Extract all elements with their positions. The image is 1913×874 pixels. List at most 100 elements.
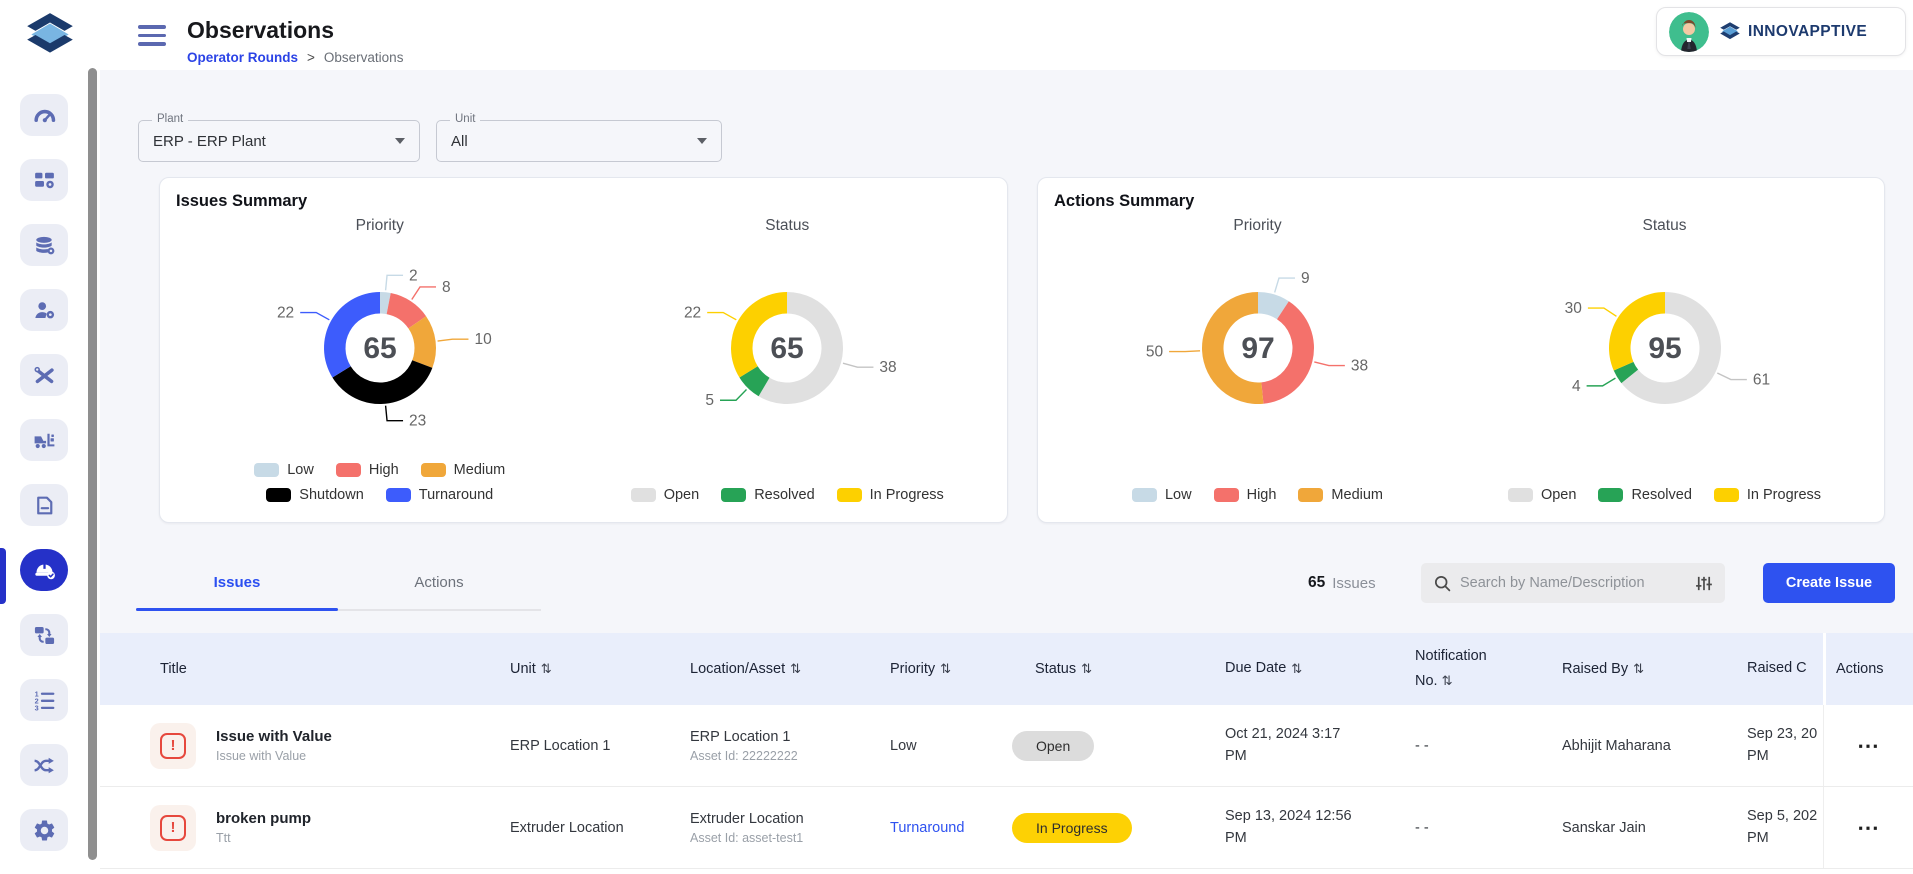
legend-item-resolved[interactable]: Resolved: [721, 487, 814, 503]
sidebar-item-trend-arrows[interactable]: [20, 744, 68, 786]
svg-text:22: 22: [277, 305, 294, 322]
topbar: Observations Operator Rounds > Observati…: [100, 0, 1913, 70]
legend-item-high[interactable]: High: [336, 462, 399, 478]
issue-alert-icon: !: [150, 805, 196, 851]
unit-select[interactable]: Unit All: [436, 120, 722, 162]
status-badge: In Progress: [1012, 813, 1132, 843]
workflow-sync-icon: [32, 623, 57, 648]
issues-priority-chart-title: Priority: [356, 217, 404, 237]
legend-swatch: [837, 488, 862, 502]
legend-label: Shutdown: [299, 487, 364, 503]
tab-issues[interactable]: Issues: [136, 556, 338, 608]
user-gear-icon: [32, 298, 57, 323]
legend-label: In Progress: [870, 487, 944, 503]
actions-priority-chart: Priority9385097LowHighMedium: [1054, 211, 1461, 503]
sort-icon: ⇅: [1442, 673, 1453, 688]
page-title: Observations: [187, 17, 403, 44]
table-row[interactable]: ! broken pump Ttt Extruder Location Extr…: [100, 787, 1913, 869]
legend-item-low[interactable]: Low: [1132, 487, 1192, 503]
row-due-date: Oct 21, 2024 3:17 PM: [1225, 724, 1415, 766]
row-raised-on: Sep 23, 20 PM: [1747, 724, 1823, 766]
trend-arrows-icon: [32, 753, 57, 778]
sort-icon: ⇅: [790, 661, 801, 677]
legend-item-high[interactable]: High: [1214, 487, 1277, 503]
search-icon: [1433, 574, 1452, 593]
column-header-notification[interactable]: NotificationNo. ⇅: [1415, 644, 1562, 693]
plant-select[interactable]: Plant ERP - ERP Plant: [138, 120, 420, 162]
column-header-due-date[interactable]: Due Date ⇅: [1225, 658, 1415, 679]
legend-item-low[interactable]: Low: [254, 462, 314, 478]
operator-rounds-hardhat-icon: [32, 558, 57, 583]
actions-status-chart: Status6143095OpenResolvedIn Progress: [1461, 211, 1868, 503]
row-more-icon[interactable]: ⋯: [1857, 817, 1880, 839]
issues-status-chart-title: Status: [765, 217, 809, 237]
legend-item-turnaround[interactable]: Turnaround: [386, 487, 493, 503]
row-unit: Extruder Location: [510, 820, 690, 836]
sort-icon: ⇅: [541, 661, 552, 677]
issues-count-label: Issues: [1332, 575, 1375, 592]
document-icon: [32, 493, 57, 518]
legend-label: Medium: [454, 462, 506, 478]
sidebar-item-user-gear[interactable]: [20, 289, 68, 331]
issue-alert-icon: !: [150, 723, 196, 769]
row-unit: ERP Location 1: [510, 738, 690, 754]
actions-summary-card: Actions Summary Priority9385097LowHighMe…: [1037, 177, 1885, 523]
legend-label: Low: [287, 462, 314, 478]
column-header-unit[interactable]: Unit ⇅: [510, 661, 690, 677]
sidebar-item-numbered-list[interactable]: 123: [20, 679, 68, 721]
brand-logo-icon: [1718, 20, 1742, 44]
chevron-down-icon: [395, 138, 405, 144]
user-avatar[interactable]: [1669, 12, 1709, 52]
legend-item-open[interactable]: Open: [1508, 487, 1576, 503]
issues-count-value: 65: [1308, 574, 1325, 592]
column-header-priority[interactable]: Priority ⇅: [890, 661, 1010, 677]
legend-item-medium[interactable]: Medium: [1298, 487, 1383, 503]
legend-item-shutdown[interactable]: Shutdown: [266, 487, 364, 503]
table-header-row: TitleUnit ⇅Location/Asset ⇅Priority ⇅Sta…: [100, 633, 1913, 705]
profile-brand-card: INNOVAPPTIVE: [1656, 7, 1906, 56]
sidebar-item-data-stack-gear[interactable]: [20, 224, 68, 266]
sidebar-item-dashboard-gauge[interactable]: [20, 94, 68, 136]
legend-swatch: [721, 488, 746, 502]
legend-item-in-progress[interactable]: In Progress: [1714, 487, 1821, 503]
legend-item-resolved[interactable]: Resolved: [1598, 487, 1691, 503]
breadcrumb-parent-link[interactable]: Operator Rounds: [187, 50, 298, 65]
create-issue-button[interactable]: Create Issue: [1763, 563, 1895, 603]
hamburger-menu-icon[interactable]: [138, 25, 166, 45]
sidebar-item-operator-rounds-hardhat[interactable]: [20, 549, 68, 591]
search-input[interactable]: [1460, 575, 1686, 591]
sidebar-item-document[interactable]: [20, 484, 68, 526]
row-more-icon[interactable]: ⋯: [1857, 735, 1880, 757]
legend-swatch: [336, 463, 361, 477]
column-header-location-asset[interactable]: Location/Asset ⇅: [690, 661, 890, 677]
column-header-raised-c: Raised C: [1747, 658, 1823, 679]
legend-label: Low: [1165, 487, 1192, 503]
sidebar-item-settings-gear[interactable]: [20, 809, 68, 851]
tab-actions[interactable]: Actions: [338, 556, 540, 608]
svg-text:2: 2: [409, 267, 418, 284]
sidebar-item-workflow-sync[interactable]: [20, 614, 68, 656]
legend-item-medium[interactable]: Medium: [421, 462, 506, 478]
legend-label: High: [1247, 487, 1277, 503]
actions-status-center-total: 95: [1648, 332, 1681, 365]
legend-swatch: [1298, 488, 1323, 502]
sidebar-item-maintenance-tools[interactable]: [20, 354, 68, 396]
svg-text:22: 22: [684, 305, 701, 322]
table-row[interactable]: ! Issue with Value Issue with Value ERP …: [100, 705, 1913, 787]
column-header-status[interactable]: Status ⇅: [1010, 661, 1225, 677]
filter-sliders-icon[interactable]: [1694, 574, 1713, 593]
sidebar-item-widgets-gear[interactable]: [20, 159, 68, 201]
legend-item-open[interactable]: Open: [631, 487, 699, 503]
table-body: ! Issue with Value Issue with Value ERP …: [100, 705, 1913, 869]
row-location: ERP Location 1: [690, 729, 890, 745]
sidebar-scrollbar[interactable]: [88, 68, 97, 860]
legend-item-in-progress[interactable]: In Progress: [837, 487, 944, 503]
widgets-gear-icon: [32, 168, 57, 193]
legend-label: Resolved: [754, 487, 814, 503]
brand-wordmark: INNOVAPPTIVE: [1748, 23, 1867, 41]
sidebar-item-forklift[interactable]: [20, 419, 68, 461]
issues-summary-card: Issues Summary Priority2810232265LowHigh…: [159, 177, 1008, 523]
unit-select-label: Unit: [450, 113, 480, 125]
column-header-raised-by[interactable]: Raised By ⇅: [1562, 661, 1747, 677]
actions-priority-chart-title: Priority: [1233, 217, 1281, 237]
